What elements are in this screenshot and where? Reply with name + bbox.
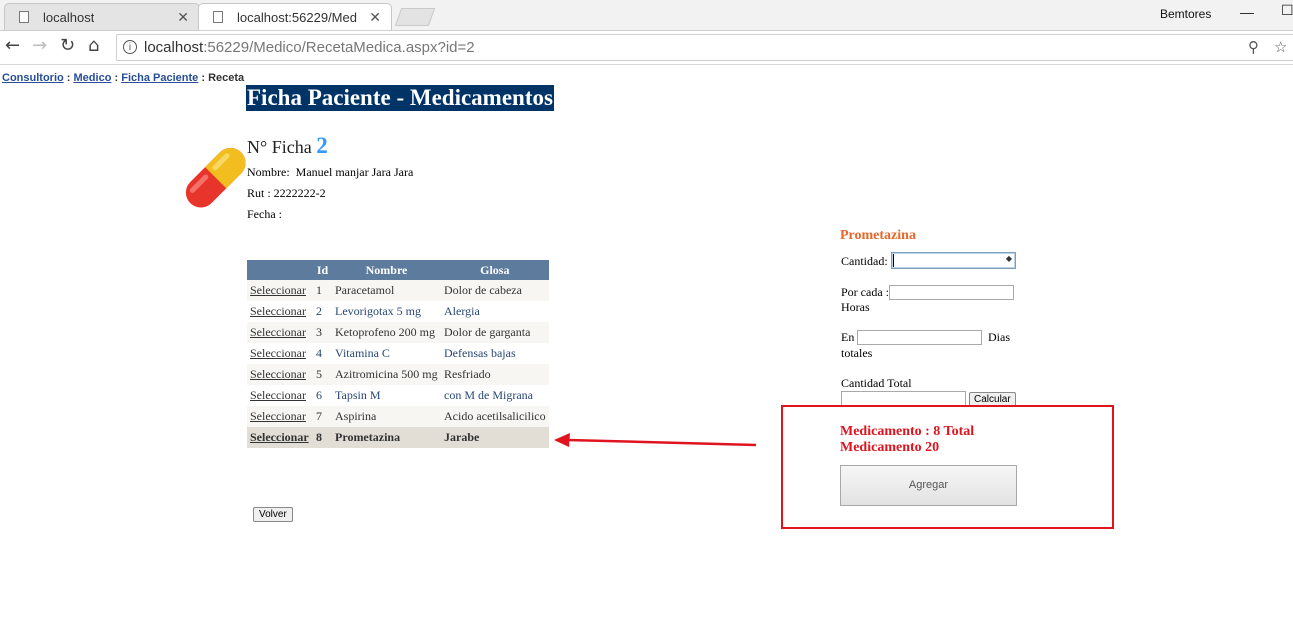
annotation-arrow [554, 433, 757, 447]
cell-glosa: Defensas bajas [441, 343, 549, 364]
address-bar[interactable]: i localhost:56229/Medico/RecetaMedica.as… [116, 34, 1293, 61]
cell-glosa: Dolor de garganta [441, 322, 549, 343]
cell-glosa: Acido acetilsalicilico [441, 406, 549, 427]
text-caret [893, 254, 894, 267]
page-icon [213, 11, 223, 23]
table-row: Seleccionar 4 Vitamina C Defensas bajas [247, 343, 549, 364]
cell-glosa: Jarabe [441, 427, 549, 448]
breadcrumb: Consultorio : Medico : Ficha Paciente : … [2, 72, 245, 84]
page-title: Ficha Paciente - Medicamentos [246, 85, 554, 111]
home-icon[interactable]: ⌂ [88, 35, 99, 56]
cell-nombre: Tapsin M [332, 385, 441, 406]
cell-glosa: con M de Migrana [441, 385, 549, 406]
col-header-id: Id [313, 260, 332, 280]
reload-icon[interactable]: ↻ [60, 35, 75, 56]
breadcrumb-consultorio[interactable]: Consultorio [2, 72, 64, 84]
totales-label: totales [841, 346, 873, 360]
cell-id: 3 [313, 322, 332, 343]
cell-id: 5 [313, 364, 332, 385]
table-row: Seleccionar 7 Aspirina Acido acetilsalicili… [247, 406, 549, 427]
cell-nombre: Paracetamol [332, 280, 441, 301]
maximize-icon[interactable]: ☐ [1281, 2, 1293, 19]
cell-id: 1 [313, 280, 332, 301]
browser-tab-strip: localhost ✕ localhost:56229/Medico/ ✕ Be… [0, 0, 1293, 31]
selected-medication-name: Prometazina [840, 228, 916, 243]
browser-toolbar: ← → ↻ ⌂ i localhost:56229/Medico/RecetaM… [0, 31, 1293, 65]
dias-label: Dias [988, 330, 1010, 344]
page-icon [19, 11, 29, 23]
table-row-selected: Seleccionar 8 Prometazina Jarabe [247, 427, 549, 448]
col-header-glosa: Glosa [441, 260, 549, 280]
select-link[interactable]: Seleccionar [250, 325, 306, 339]
spinner-icon[interactable]: ◆ [1006, 254, 1012, 263]
select-link[interactable]: Seleccionar [250, 367, 306, 381]
select-link[interactable]: Seleccionar [250, 388, 306, 402]
table-row: Seleccionar 5 Azitromicina 500 mg Resfriado [247, 364, 549, 385]
back-icon[interactable]: ← [5, 35, 20, 56]
table-row: Seleccionar 1 Paracetamol Dolor de cabeza [247, 280, 549, 301]
patient-rut: Rut : 2222222-2 [247, 186, 326, 200]
ficha-heading: N° Ficha 2 [247, 133, 328, 158]
select-link[interactable]: Seleccionar [250, 304, 306, 318]
cell-nombre: Aspirina [332, 406, 441, 427]
medications-table: Id Nombre Glosa Seleccionar 1 Paracetamol D… [247, 260, 549, 448]
cell-nombre: Levorigotax 5 mg [332, 301, 441, 322]
breadcrumb-ficha-paciente[interactable]: Ficha Paciente [121, 72, 198, 84]
col-header-nombre: Nombre [332, 260, 441, 280]
cell-nombre: Prometazina [332, 427, 441, 448]
table-row: Seleccionar 3 Ketoprofeno 200 mg Dolor de g… [247, 322, 549, 343]
minimize-icon[interactable]: — [1240, 4, 1254, 20]
por-cada-label: Por cada : [841, 285, 889, 299]
table-header-row: Id Nombre Glosa [247, 260, 549, 280]
url-text[interactable]: localhost:56229/Medico/RecetaMedica.aspx… [144, 39, 475, 56]
por-cada-input[interactable] [889, 285, 1014, 300]
cantidad-label: Cantidad: [841, 254, 888, 268]
dias-input[interactable] [857, 330, 982, 345]
close-icon[interactable]: ✕ [369, 9, 381, 26]
table-row: Seleccionar 2 Levorigotax 5 mg Alergia [247, 301, 549, 322]
close-icon[interactable]: ✕ [177, 9, 189, 26]
cantidad-input[interactable]: ◆ [891, 252, 1016, 269]
ficha-number: 2 [316, 133, 328, 158]
select-link[interactable]: Seleccionar [250, 430, 309, 444]
forward-icon[interactable]: → [32, 35, 47, 56]
en-label: En [841, 330, 855, 344]
tab-label: localhost [43, 10, 95, 25]
info-icon[interactable]: i [123, 40, 137, 54]
browser-tab-1[interactable]: localhost ✕ [4, 3, 200, 30]
cell-glosa: Dolor de cabeza [441, 280, 549, 301]
cell-glosa: Resfriado [441, 364, 549, 385]
select-link[interactable]: Seleccionar [250, 409, 306, 423]
result-text: Medicamento : 8 Total Medicamento 20 [840, 424, 975, 455]
cell-id: 2 [313, 301, 332, 322]
agregar-button[interactable]: Agregar [840, 465, 1017, 506]
cell-id: 8 [313, 427, 332, 448]
cantidad-total-label: Cantidad Total [841, 376, 912, 390]
patient-fecha: Fecha : [247, 207, 282, 221]
cantidad-total-input[interactable] [841, 391, 966, 406]
profile-name[interactable]: Bemtores [1160, 7, 1211, 21]
cell-nombre: Azitromicina 500 mg [332, 364, 441, 385]
zoom-icon[interactable]: ⚲ [1248, 38, 1259, 56]
browser-tab-2-active[interactable]: localhost:56229/Medico/ ✕ [198, 3, 392, 30]
col-header-select [247, 260, 313, 280]
tab-label: localhost:56229/Medico/ [237, 10, 357, 25]
select-link[interactable]: Seleccionar [250, 283, 306, 297]
new-tab-button[interactable] [394, 8, 436, 26]
cell-id: 4 [313, 343, 332, 364]
table-row: Seleccionar 6 Tapsin Mcon M de Migrana [247, 385, 549, 406]
cell-id: 7 [313, 406, 332, 427]
cell-nombre: Ketoprofeno 200 mg [332, 322, 441, 343]
volver-button[interactable]: Volver [253, 507, 293, 522]
pill-icon [185, 147, 246, 208]
cell-id: 6 [313, 385, 332, 406]
cell-nombre: Vitamina C [332, 343, 441, 364]
horas-label: Horas [841, 300, 870, 314]
select-link[interactable]: Seleccionar [250, 346, 306, 360]
cell-glosa: Alergia [441, 301, 549, 322]
breadcrumb-current: Receta [208, 72, 245, 84]
bookmark-star-icon[interactable]: ☆ [1274, 38, 1287, 56]
breadcrumb-medico[interactable]: Medico [74, 72, 112, 84]
patient-name: Nombre: Manuel manjar Jara Jara [247, 165, 414, 179]
